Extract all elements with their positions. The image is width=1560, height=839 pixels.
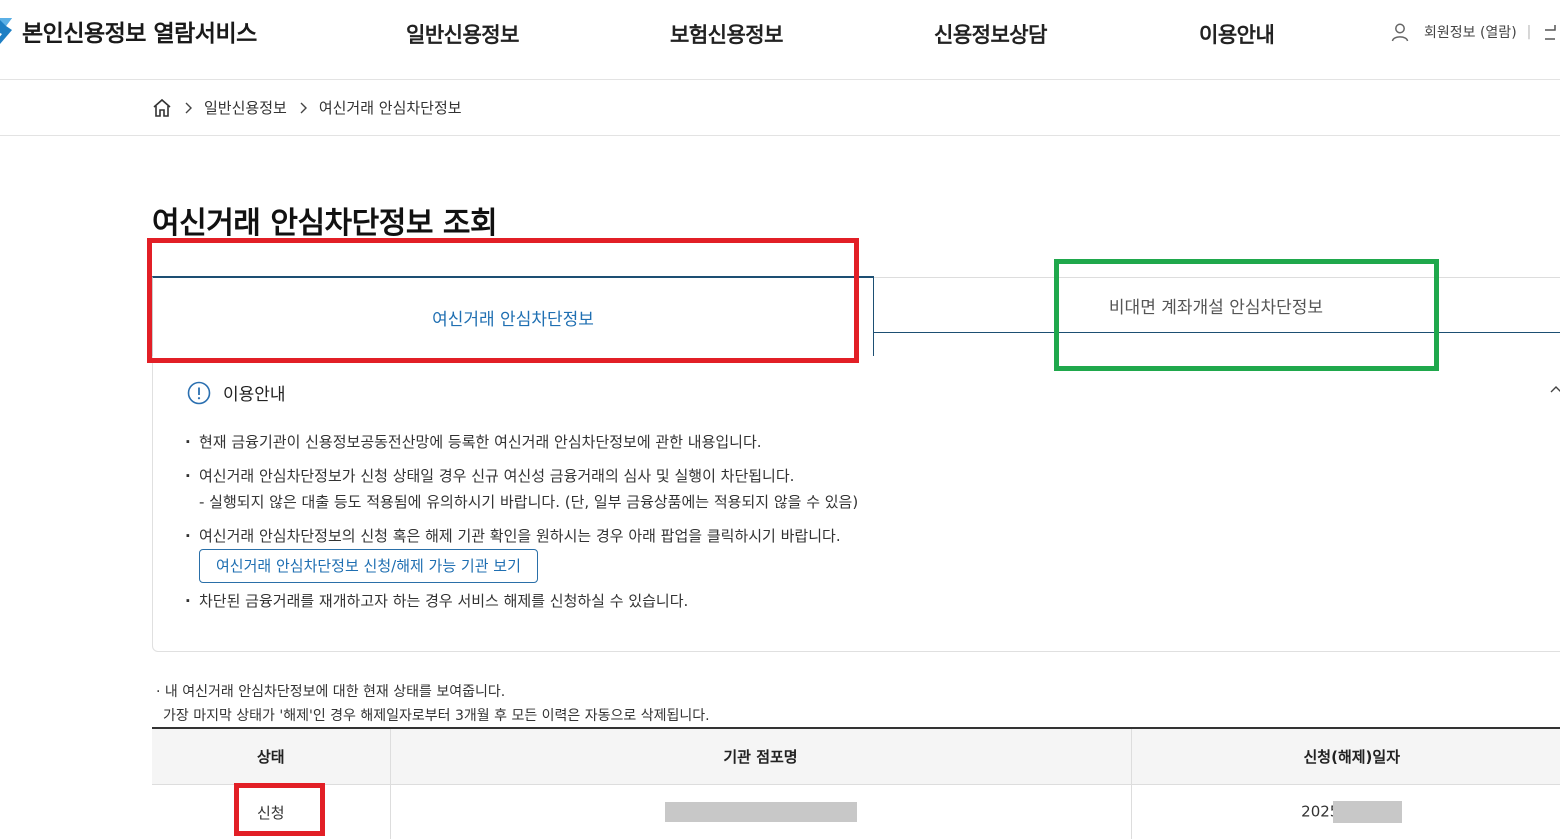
status-value: 신청 xyxy=(256,803,285,822)
table-row: 신청 2025 xyxy=(152,784,1560,839)
breadcrumb-item-current[interactable]: 여신거래 안심차단정보 xyxy=(319,97,462,118)
info-item-text: 현재 금융기관이 신용정보공동전산망에 등록한 여신거래 안심차단정보에 관한 … xyxy=(199,433,762,451)
utility-menu: 회원정보 (열람) | xyxy=(1390,22,1559,42)
view-institutions-button[interactable]: 여신거래 안심차단정보 신청/해제 가능 기관 보기 xyxy=(199,549,538,583)
tab-loan-block-label: 여신거래 안심차단정보 xyxy=(432,309,594,330)
cell-status: 신청 xyxy=(152,784,391,839)
status-notice: · 내 여신거래 안심차단정보에 대한 현재 상태를 보여줍니다. 가장 마지막… xyxy=(156,680,710,728)
info-item: 현재 금융기관이 신용정보공동전산망에 등록한 여신거래 안심차단정보에 관한 … xyxy=(185,432,1485,452)
info-title: 이용안내 xyxy=(223,385,286,405)
site-header: 본인신용정보 열람서비스 일반신용정보 보험신용정보 신용정보상담 이용안내 회… xyxy=(0,0,1560,80)
table-header-row: 상태 기관 점포명 신청(해제)일자 xyxy=(152,728,1560,785)
info-item: 여신거래 안심차단정보가 신청 상태일 경우 신규 여신성 금융거래의 심사 및… xyxy=(185,466,1485,512)
tab-loan-block[interactable]: 여신거래 안심차단정보 xyxy=(152,276,874,356)
nav-usage-guide[interactable]: 이용안내 xyxy=(1199,19,1275,49)
tab-account-block[interactable]: 비대면 계좌개설 안심차단정보 xyxy=(874,277,1560,333)
col-header-status: 상태 xyxy=(152,728,391,785)
chevron-right-icon xyxy=(300,102,307,113)
col-header-institution: 기관 점포명 xyxy=(390,728,1132,785)
info-item-text: 차단된 금융거래를 재개하고자 하는 경우 서비스 해제를 신청하실 수 있습니… xyxy=(199,592,689,610)
util-divider: | xyxy=(1526,24,1532,40)
breadcrumb-item-general[interactable]: 일반신용정보 xyxy=(204,97,287,118)
nav-general-credit[interactable]: 일반신용정보 xyxy=(406,19,519,49)
status-table: 상태 기관 점포명 신청(해제)일자 신청 2025 xyxy=(152,727,1560,839)
member-info-link[interactable]: 회원정보 (열람) xyxy=(1424,22,1517,42)
usage-info-panel: 이용안내 현재 금융기관이 신용정보공동전산망에 등록한 여신거래 안심차단정보… xyxy=(152,356,1560,652)
notice-line-2: 가장 마지막 상태가 '해제'인 경우 해제일자로부터 3개월 후 모든 이력은… xyxy=(163,708,710,724)
exclamation-circle-icon xyxy=(187,381,211,404)
chevron-up-icon[interactable] xyxy=(1549,382,1560,396)
home-icon[interactable] xyxy=(152,98,172,118)
breadcrumb: 일반신용정보 여신거래 안심차단정보 xyxy=(152,97,462,118)
notice-line-1: · 내 여신거래 안심차단정보에 대한 현재 상태를 보여줍니다. xyxy=(156,684,506,700)
info-item-subtext: - 실행되지 않은 대출 등도 적용됨에 유의하시기 바랍니다. (단, 일부 … xyxy=(199,493,859,511)
logo-icon xyxy=(0,18,12,44)
logout-icon[interactable] xyxy=(1541,22,1559,42)
chevron-right-icon xyxy=(185,102,192,113)
cell-institution xyxy=(390,784,1132,839)
info-item: 여신거래 안심차단정보의 신청 혹은 해제 기관 확인을 원하시는 경우 아래 … xyxy=(185,526,1485,583)
redacted-block xyxy=(664,802,857,823)
breadcrumb-bar: 일반신용정보 여신거래 안심차단정보 xyxy=(0,80,1560,136)
page-title: 여신거래 안심차단정보 조회 xyxy=(152,206,498,241)
site-logo[interactable]: 본인신용정보 열람서비스 xyxy=(0,14,257,48)
info-list: 현재 금융기관이 신용정보공동전산망에 등록한 여신거래 안심차단정보에 관한 … xyxy=(185,432,1485,611)
info-item-text: 여신거래 안심차단정보의 신청 혹은 해제 기관 확인을 원하시는 경우 아래 … xyxy=(199,527,841,545)
info-item-text: 여신거래 안심차단정보가 신청 상태일 경우 신규 여신성 금융거래의 심사 및… xyxy=(199,467,795,485)
nav-insurance-credit[interactable]: 보험신용정보 xyxy=(670,19,783,49)
info-item: 차단된 금융거래를 재개하고자 하는 경우 서비스 해제를 신청하실 수 있습니… xyxy=(185,591,1485,611)
redacted-block xyxy=(1333,801,1403,824)
info-header: 이용안내 xyxy=(187,380,286,405)
cell-date: 2025 xyxy=(1131,784,1560,839)
logo-text: 본인신용정보 열람서비스 xyxy=(22,21,257,47)
user-icon xyxy=(1391,23,1409,42)
nav-credit-consult[interactable]: 신용정보상담 xyxy=(934,19,1047,49)
col-header-date: 신청(해제)일자 xyxy=(1131,728,1560,785)
tab-account-block-label: 비대면 계좌개설 안심차단정보 xyxy=(1108,297,1324,318)
